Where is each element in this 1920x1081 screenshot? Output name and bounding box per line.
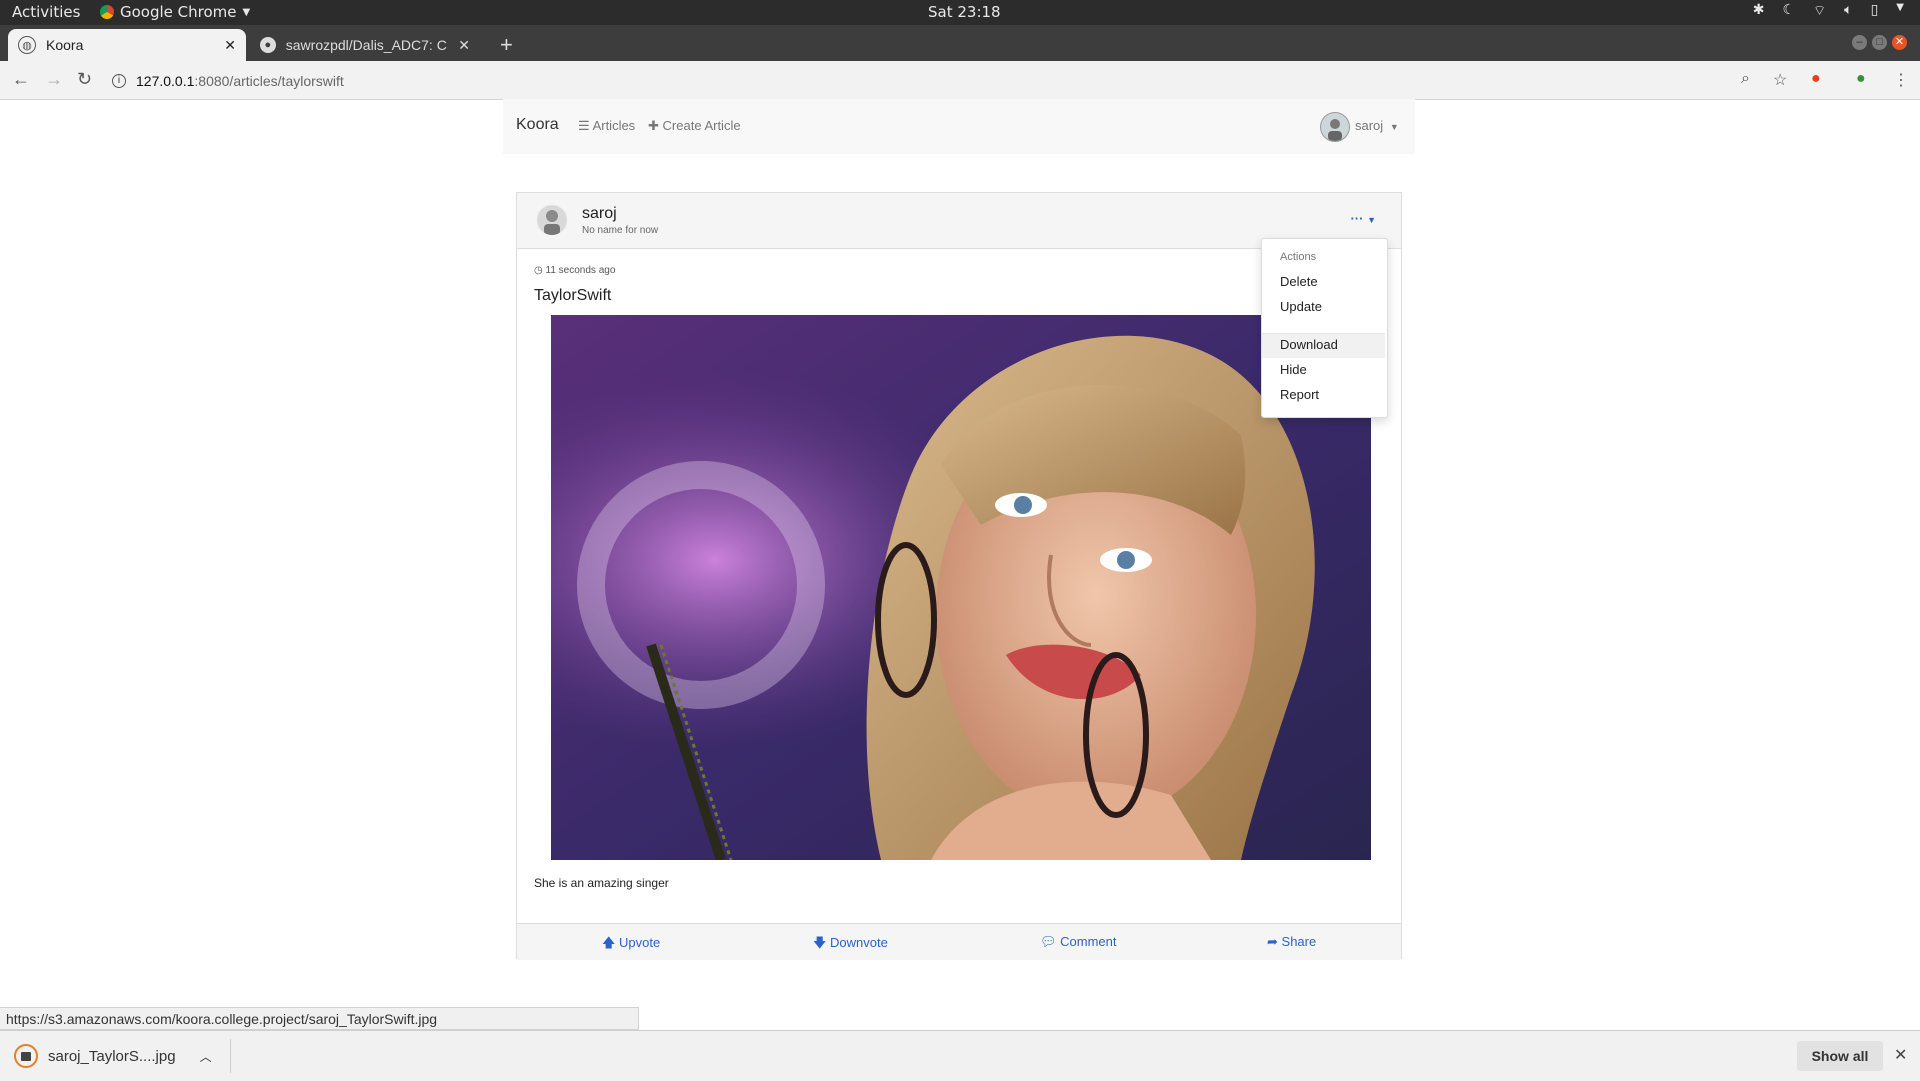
chrome-icon xyxy=(100,5,114,19)
download-shelf: saroj_TaylorS....jpg ︿ Show all ✕ xyxy=(0,1030,1920,1081)
list-icon: ☰ xyxy=(578,118,590,133)
comment-icon: 💬︎ xyxy=(1040,934,1057,949)
menu-item-report[interactable]: Report xyxy=(1262,384,1385,408)
downvote-button[interactable]: 🡇︎ Downvote xyxy=(813,934,888,956)
comment-button[interactable]: 💬︎ Comment xyxy=(1040,934,1117,950)
clock[interactable]: Sat 23:18 xyxy=(928,3,1001,21)
article-image[interactable] xyxy=(551,315,1371,860)
profile-avatar-icon[interactable]: ● xyxy=(1856,70,1866,88)
link-status-bubble: https://s3.amazonaws.com/koora.college.p… xyxy=(0,1007,639,1030)
caret-down-icon: ▼ xyxy=(242,6,251,18)
actions-dropdown: Actions Delete Update Download Hide Repo… xyxy=(1261,238,1388,418)
close-tab-icon[interactable]: ✕ xyxy=(458,37,470,54)
nav-create-article-label: Create Article xyxy=(662,118,741,133)
info-icon[interactable]: i xyxy=(112,74,126,88)
menu-item-update[interactable]: Update xyxy=(1262,296,1385,320)
share-label: Share xyxy=(1281,934,1317,949)
article-caption: She is an amazing singer xyxy=(534,876,669,890)
nav-create-article[interactable]: ✚ Create Article xyxy=(648,118,741,134)
tab-title: sawrozpdl/Dalis_ADC7: C xyxy=(285,37,447,53)
battery-icon[interactable]: ▯ xyxy=(1871,2,1879,20)
tab-github[interactable]: ● sawrozpdl/Dalis_ADC7: C ✕ xyxy=(250,29,480,61)
author-name[interactable]: saroj xyxy=(582,205,617,223)
post-timestamp: ◷ 11 seconds ago xyxy=(534,265,615,276)
brand-link[interactable]: Koora xyxy=(516,116,559,134)
share-button[interactable]: ➦ Share xyxy=(1267,934,1316,950)
plus-icon: ✚ xyxy=(648,118,659,133)
article-title: TaylorSwift xyxy=(534,287,612,304)
timestamp-text: 11 seconds ago xyxy=(545,265,616,276)
tab-koora[interactable]: ◍ Koora ✕ xyxy=(8,29,246,61)
comment-label: Comment xyxy=(1060,934,1117,949)
nav-articles[interactable]: ☰ Articles xyxy=(578,118,635,134)
maximize-icon[interactable]: □ xyxy=(1872,35,1887,50)
download-complete-icon xyxy=(14,1044,38,1068)
globe-icon: ◍ xyxy=(18,36,36,54)
upvote-button[interactable]: 🡅︎ Upvote xyxy=(602,934,660,956)
zoom-icon[interactable]: ⌕ xyxy=(1741,70,1750,88)
clock-icon: ◷ xyxy=(534,265,543,276)
arrow-down-icon: 🡇︎ xyxy=(813,935,827,950)
browser-toolbar: ← → ↻ i 127.0.0.1:8080/articles/taylorsw… xyxy=(0,61,1920,100)
user-menu[interactable]: saroj ▼ xyxy=(1355,118,1399,133)
menu-kebab-icon[interactable]: ⋮ xyxy=(1893,70,1909,90)
downvote-label: Downvote xyxy=(830,935,888,950)
caret-down-icon: ▼ xyxy=(1367,215,1376,225)
close-window-icon[interactable]: ✕ xyxy=(1892,35,1907,50)
reload-icon[interactable]: ↻ xyxy=(77,69,92,90)
system-menu-caret-icon[interactable]: ▼ xyxy=(1896,2,1904,20)
author-avatar[interactable] xyxy=(537,205,567,235)
menu-item-delete[interactable]: Delete xyxy=(1262,271,1385,295)
system-top-bar: Activities Google Chrome ▼ Sat 23:18 ✱ ☾… xyxy=(0,0,1920,25)
menu-item-hide[interactable]: Hide xyxy=(1262,359,1385,383)
site-navbar: Koora ☰ Articles ✚ Create Article saroj … xyxy=(503,99,1415,154)
address-bar[interactable]: i 127.0.0.1:8080/articles/taylorswift xyxy=(112,68,1732,94)
author-subtitle: No name for now xyxy=(582,225,659,236)
menu-item-download[interactable]: Download xyxy=(1262,334,1385,358)
show-all-button[interactable]: Show all xyxy=(1797,1041,1883,1071)
back-icon[interactable]: ← xyxy=(12,69,30,90)
nav-articles-label: Articles xyxy=(592,118,636,133)
share-icon: ➦ xyxy=(1267,934,1278,949)
close-shelf-icon[interactable]: ✕ xyxy=(1894,1045,1907,1065)
volume-icon[interactable]: 🔈︎ xyxy=(1844,2,1852,20)
tab-strip: ◍ Koora ✕ ● sawrozpdl/Dalis_ADC7: C ✕ + … xyxy=(0,25,1920,61)
app-menu[interactable]: Google Chrome ▼ xyxy=(100,3,250,21)
bookmark-star-icon[interactable]: ☆ xyxy=(1773,70,1787,90)
wifi-icon[interactable]: ⌔ xyxy=(1813,2,1826,20)
forward-icon[interactable]: → xyxy=(45,69,63,90)
arrow-up-icon: 🡅︎ xyxy=(602,935,616,950)
caret-down-icon: ▼ xyxy=(1389,122,1399,132)
app-name: Google Chrome xyxy=(120,3,237,21)
url-host: 127.0.0.1 xyxy=(136,73,195,89)
dropdown-header: Actions xyxy=(1280,251,1317,263)
more-actions-button[interactable]: ··· ▼ xyxy=(1350,211,1376,226)
extension-icon[interactable]: ● xyxy=(1811,70,1821,88)
minimize-icon[interactable]: – xyxy=(1852,35,1867,50)
activities-button[interactable]: Activities xyxy=(12,3,80,21)
user-avatar[interactable] xyxy=(1320,112,1350,142)
download-file-name: saroj_TaylorS....jpg xyxy=(48,1047,176,1065)
slack-icon[interactable]: ✱ xyxy=(1753,2,1765,20)
upvote-label: Upvote xyxy=(619,935,661,950)
shelf-divider xyxy=(230,1039,231,1073)
new-tab-button[interactable]: + xyxy=(500,32,513,58)
chevron-up-icon[interactable]: ︿ xyxy=(200,1048,212,1065)
night-light-icon[interactable]: ☾ xyxy=(1782,2,1795,20)
download-item[interactable]: saroj_TaylorS....jpg ︿ xyxy=(14,1041,212,1071)
tab-title: Koora xyxy=(46,37,84,53)
card-footer: 🡅︎ Upvote 🡇︎ Downvote 💬︎ Comment ➦ Share xyxy=(517,923,1401,960)
url-path: :8080/articles/taylorswift xyxy=(194,73,344,89)
user-menu-label: saroj xyxy=(1355,118,1384,133)
github-icon: ● xyxy=(260,37,276,53)
close-tab-icon[interactable]: ✕ xyxy=(224,37,236,54)
